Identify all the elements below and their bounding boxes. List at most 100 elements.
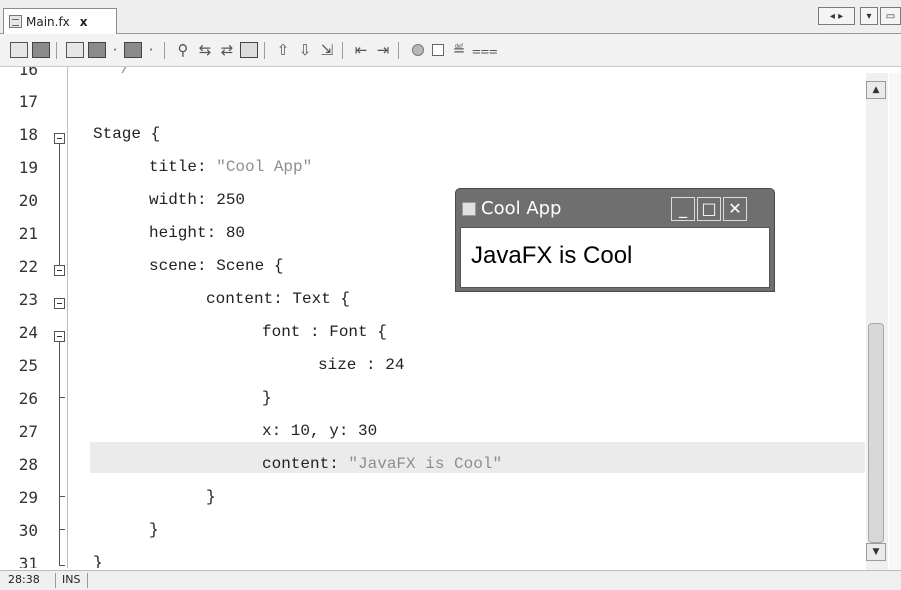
uncomment-icon[interactable]: ⩶ <box>472 42 498 58</box>
toolbar-separator <box>56 42 57 59</box>
code-line: height: 80 <box>149 224 246 242</box>
fold-collapse-icon[interactable] <box>54 133 65 144</box>
string-literal: "Cool App" <box>216 158 313 176</box>
line-number: 30 <box>18 521 38 540</box>
close-button[interactable]: ✕ <box>723 197 747 221</box>
comment-icon[interactable]: ≝ <box>450 42 468 58</box>
tab-main-fx[interactable]: Main.fx x <box>3 8 117 34</box>
toolbar-separator <box>398 42 399 59</box>
window-title: Cool App <box>481 198 562 219</box>
stop-macro-recording-icon[interactable] <box>432 44 444 56</box>
history-forward-icon[interactable] <box>124 42 142 58</box>
find-next-icon[interactable]: ⇄ <box>218 42 236 58</box>
code-line: } <box>262 389 272 407</box>
line-number: 19 <box>18 158 38 177</box>
code-line: size : 24 <box>318 356 405 374</box>
code-line: content: "JavaFX is Cool" <box>262 455 502 473</box>
maximize-window-button[interactable]: ▭ <box>880 7 901 25</box>
status-bar: 28:38 INS <box>0 570 901 590</box>
toggle-highlight-search-icon[interactable] <box>240 42 258 58</box>
toolbar-separator <box>342 42 343 59</box>
show-opened-documents-button[interactable]: ▾ <box>860 7 878 25</box>
status-divider <box>87 573 88 588</box>
cool-app-window: Cool App _ □ ✕ JavaFX is Cool <box>455 188 775 292</box>
code-line: content: Text { <box>206 290 351 308</box>
code-line: font : Font { <box>262 323 387 341</box>
status-divider <box>55 573 56 588</box>
forward-icon[interactable] <box>66 42 84 58</box>
next-bookmark-icon[interactable]: ⇩ <box>296 42 314 58</box>
fold-collapse-icon[interactable] <box>54 265 65 276</box>
code-line: scene: Scene { <box>149 257 284 275</box>
code-line: width: 250 <box>149 191 246 209</box>
toolbar-separator <box>164 42 165 59</box>
code-token: title: <box>149 158 217 176</box>
editor-tab-bar: Main.fx x ◂ ▸ ▾ ▭ <box>0 0 901 34</box>
line-number: 22 <box>18 257 38 276</box>
line-number: 16 <box>18 67 38 79</box>
find-selection-icon[interactable]: ⚲ <box>174 42 192 58</box>
code-line: x: 10, y: 30 <box>262 422 378 440</box>
fold-collapse-icon[interactable] <box>54 331 65 342</box>
code-line: } <box>206 488 216 506</box>
code-line: title: "Cool App" <box>149 158 312 176</box>
find-previous-icon[interactable]: ⇆ <box>196 42 214 58</box>
scroll-tabs-buttons[interactable]: ◂ ▸ <box>818 7 855 25</box>
code-token: content: <box>262 455 349 473</box>
scroll-right-icon[interactable]: ▸ <box>838 11 843 22</box>
code-line: */ <box>111 67 131 78</box>
line-number: 25 <box>18 356 38 375</box>
caret-position: 28:38 <box>8 573 40 586</box>
window-content: JavaFX is Cool <box>460 227 770 288</box>
line-number: 27 <box>18 422 38 441</box>
chevron-down-icon[interactable]: · <box>106 42 124 58</box>
back-icon[interactable] <box>32 42 50 58</box>
fold-guide <box>59 342 60 566</box>
line-number: 17 <box>18 92 38 111</box>
line-number: 21 <box>18 224 38 243</box>
line-number: 20 <box>18 191 38 210</box>
window-restore-icon: ▭ <box>885 10 896 22</box>
tab-close-icon[interactable]: x <box>80 15 88 29</box>
line-number: 26 <box>18 389 38 408</box>
line-number: 28 <box>18 455 38 474</box>
javafx-text: JavaFX is Cool <box>471 242 633 269</box>
code-line: } <box>149 521 159 539</box>
toggle-bookmark-icon[interactable]: ⇲ <box>318 42 336 58</box>
last-edit-icon[interactable] <box>10 42 28 58</box>
maximize-button[interactable]: □ <box>697 197 721 221</box>
fold-end-marker <box>59 397 65 398</box>
java-app-icon <box>462 201 476 216</box>
fold-end-marker <box>59 529 65 530</box>
shift-right-icon[interactable]: ⇥ <box>374 42 392 58</box>
vertical-scrollbar[interactable]: ▲ ▼ <box>866 73 888 570</box>
toolbar-separator <box>264 42 265 59</box>
history-back-icon[interactable] <box>88 42 106 58</box>
window-title-bar: Cool App <box>462 198 561 219</box>
chevron-down-icon: ▾ <box>866 10 872 22</box>
java-file-icon <box>9 15 22 28</box>
tab-label: Main.fx <box>26 14 70 29</box>
scroll-up-icon[interactable]: ▲ <box>866 81 886 99</box>
error-stripe <box>889 73 901 570</box>
shift-left-icon[interactable]: ⇤ <box>352 42 370 58</box>
string-literal: "JavaFX is Cool" <box>348 455 503 473</box>
fold-end-marker <box>59 496 65 497</box>
start-macro-recording-icon[interactable] <box>412 44 424 56</box>
line-number: 24 <box>18 323 38 342</box>
code-editor[interactable]: 16 17 18 19 20 21 22 23 24 25 26 27 28 2… <box>0 67 901 568</box>
scroll-down-icon[interactable]: ▼ <box>866 543 886 561</box>
fold-end-marker <box>59 565 65 566</box>
code-line: Stage { <box>93 125 161 143</box>
fold-guide <box>59 144 60 266</box>
insert-mode: INS <box>62 573 81 586</box>
previous-bookmark-icon[interactable]: ⇧ <box>274 42 292 58</box>
minimize-button[interactable]: _ <box>671 197 695 221</box>
scroll-left-icon[interactable]: ◂ <box>830 11 835 22</box>
scrollbar-thumb[interactable] <box>868 323 884 543</box>
line-number: 29 <box>18 488 38 507</box>
line-number: 18 <box>18 125 38 144</box>
chevron-down-icon[interactable]: · <box>142 42 160 58</box>
fold-collapse-icon[interactable] <box>54 298 65 309</box>
line-number: 23 <box>18 290 38 309</box>
